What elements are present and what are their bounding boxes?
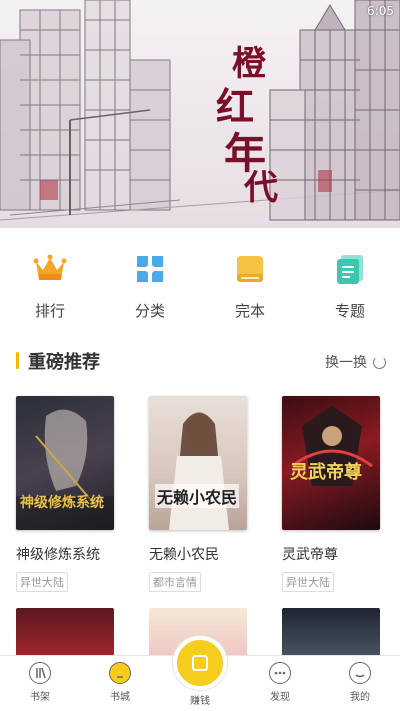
tab-bookshelf-label: 书架 [30,692,50,703]
book-cover[interactable]: 无赖小农民 [149,396,247,530]
book-cover[interactable]: 神级修炼系统 [16,396,114,530]
tab-discover[interactable]: 发现 [250,662,310,703]
book-card[interactable]: 灵武帝尊 灵武帝尊 异世大陆 [282,396,382,592]
book-cover[interactable]: 灵武帝尊 [282,396,380,530]
category-topics[interactable]: 专题 [310,252,390,321]
tab-earn-button[interactable] [173,636,227,690]
face-icon [349,662,371,684]
book-tag: 异世大陆 [282,572,334,592]
refresh-label: 换一换 [325,355,367,371]
tab-bookstore-label: 书城 [110,692,130,703]
coin-icon [192,655,208,671]
category-classify-label: 分类 [134,302,165,320]
cover-title: 神级修炼系统 [20,495,104,511]
status-time: 6:05 [367,4,394,18]
banner-title-char-4: 代 [244,168,278,208]
category-topics-label: 专题 [334,302,365,320]
book-card[interactable]: 神级修炼系统 神级修炼系统 异世大陆 [16,396,116,592]
cover-title: 灵武帝尊 [290,462,362,483]
bulb-icon [109,662,131,684]
bookshelf-icon [29,662,51,684]
banner-illustration [0,0,400,221]
refresh-button[interactable]: 换一换 [325,352,386,372]
category-ranking[interactable]: 排行 [10,252,90,321]
cover-art [169,412,229,530]
book-title: 神级修炼系统 [16,547,100,563]
book-cover[interactable] [282,608,380,658]
category-completed-label: 完本 [234,302,265,320]
chat-icon [269,662,291,684]
cover-title: 无赖小农民 [155,484,240,508]
book-icon [233,252,267,286]
book-tag: 异世大陆 [16,572,68,592]
section-header: 重磅推荐 换一换 [0,346,400,376]
list-doc-icon [333,252,367,286]
category-classify[interactable]: 分类 [110,252,190,321]
tab-mine[interactable]: 我的 [330,662,390,703]
category-completed[interactable]: 完本 [210,252,290,321]
category-nav: 排行 分类 完本 专题 [0,252,400,332]
book-tag: 都市言情 [149,572,201,592]
refresh-icon [373,355,386,369]
tab-bookshelf[interactable]: 书架 [10,662,70,703]
tab-mine-label: 我的 [350,692,370,703]
banner[interactable]: 6:05 橙 红 年 代 [0,0,400,228]
book-cover[interactable] [16,608,114,658]
banner-title: 橙 红 年 代 [214,36,284,208]
section-title: 重磅推荐 [28,352,100,373]
book-title: 灵武帝尊 [282,547,338,563]
category-ranking-label: 排行 [34,302,65,320]
grid-petals-icon [133,252,167,286]
tab-earn-label: 赚钱 [190,696,210,707]
tab-discover-label: 发现 [270,692,290,703]
book-title: 无赖小农民 [149,547,219,563]
book-card[interactable]: 无赖小农民 无赖小农民 都市言情 [149,396,249,592]
section-accent-bar [16,352,19,369]
tab-bookstore[interactable]: 书城 [90,662,150,703]
crown-icon [33,252,67,286]
